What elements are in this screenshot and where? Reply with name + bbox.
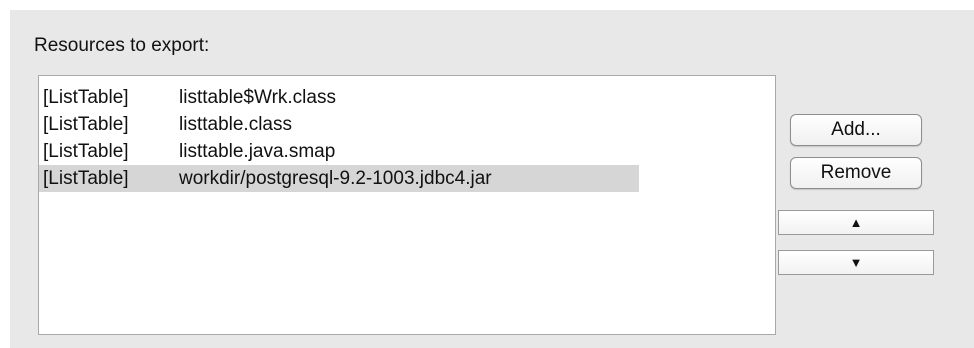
arrow-down-icon: ▼ [849, 255, 863, 270]
remove-button[interactable]: Remove [790, 157, 922, 189]
move-down-button[interactable]: ▼ [778, 250, 934, 275]
resources-list[interactable]: [ListTable] listtable$Wrk.class [ListTabl… [38, 75, 776, 335]
list-item[interactable]: [ListTable] listtable$Wrk.class [39, 84, 639, 111]
resource-path: listtable.java.smap [179, 141, 336, 162]
list-item[interactable]: [ListTable] listtable.class [39, 111, 639, 138]
resource-module: [ListTable] [43, 168, 129, 189]
resource-path: listtable.class [179, 114, 292, 135]
arrow-up-icon: ▲ [849, 215, 863, 230]
resource-module: [ListTable] [43, 141, 129, 162]
resources-label: Resources to export: [34, 35, 210, 56]
list-item-selected[interactable]: [ListTable] workdir/postgresql-9.2-1003.j… [39, 165, 639, 192]
resource-module: [ListTable] [43, 114, 129, 135]
resource-path: workdir/postgresql-9.2-1003.jdbc4.jar [179, 168, 492, 189]
resource-path: listtable$Wrk.class [179, 87, 336, 108]
add-button[interactable]: Add... [790, 114, 922, 146]
export-panel: Resources to export: [ListTable] listtabl… [10, 10, 974, 348]
list-item[interactable]: [ListTable] listtable.java.smap [39, 138, 639, 165]
resource-module: [ListTable] [43, 87, 129, 108]
move-up-button[interactable]: ▲ [778, 210, 934, 235]
